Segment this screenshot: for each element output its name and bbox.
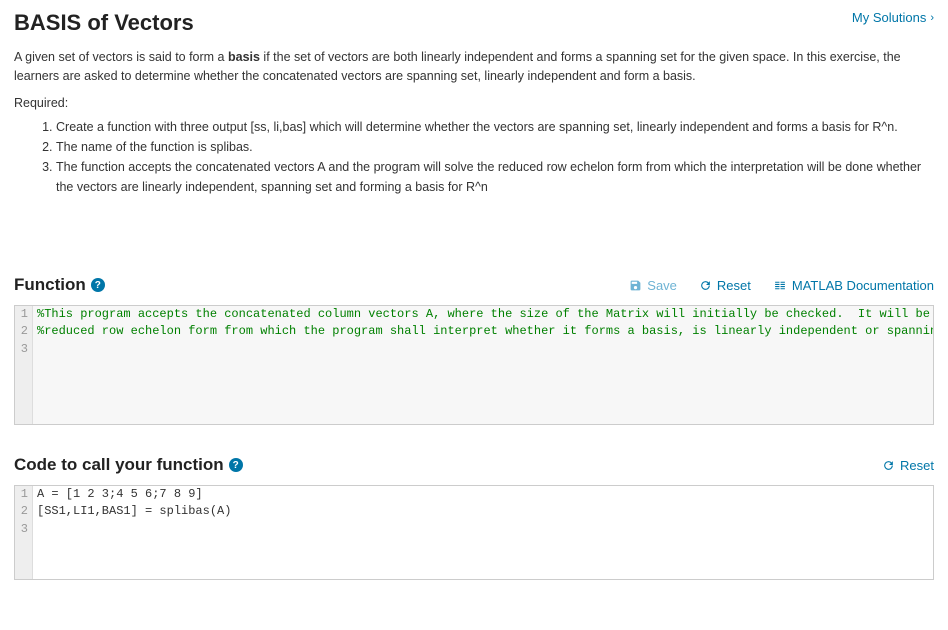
requirement-item: Create a function with three output [ss,… (56, 118, 934, 137)
line-number: 3 (15, 521, 33, 538)
line-number: 3 (15, 341, 33, 358)
line-number: 1 (15, 486, 33, 503)
docs-label: MATLAB Documentation (792, 278, 934, 293)
line-number: 2 (15, 323, 33, 340)
code-line (33, 341, 933, 358)
docs-icon (773, 279, 787, 292)
call-toolbar: Reset (882, 458, 934, 473)
reset-icon (882, 459, 895, 472)
code-line: %reduced row echelon form from which the… (33, 323, 934, 340)
desc-bold: basis (228, 50, 260, 64)
call-title-text: Code to call your function (14, 455, 224, 475)
function-toolbar: Save Reset MATLAB Documentation (629, 278, 934, 293)
my-solutions-link[interactable]: My Solutions › (852, 10, 934, 25)
reset-button[interactable]: Reset (882, 458, 934, 473)
help-icon[interactable]: ? (91, 278, 105, 292)
requirements-list: Create a function with three output [ss,… (56, 118, 934, 198)
code-line: %This program accepts the concatenated c… (33, 306, 934, 323)
save-button[interactable]: Save (629, 278, 677, 293)
help-icon[interactable]: ? (229, 458, 243, 472)
function-title-text: Function (14, 275, 86, 295)
code-line: [SS1,LI1,BAS1] = splibas(A) (33, 503, 933, 520)
call-code-editor[interactable]: 1A = [1 2 3;4 5 6;7 8 9] 2[SS1,LI1,BAS1]… (14, 485, 934, 580)
required-label: Required: (14, 96, 934, 110)
chevron-right-icon: › (930, 12, 934, 24)
line-number: 1 (15, 306, 33, 323)
code-line (33, 521, 933, 538)
requirement-item: The function accepts the concatenated ve… (56, 158, 934, 197)
save-label: Save (647, 278, 677, 293)
my-solutions-label: My Solutions (852, 10, 926, 25)
problem-description: A given set of vectors is said to form a… (14, 48, 934, 86)
code-line: A = [1 2 3;4 5 6;7 8 9] (33, 486, 933, 503)
reset-label: Reset (900, 458, 934, 473)
reset-label: Reset (717, 278, 751, 293)
call-section-title: Code to call your function ? (14, 455, 243, 475)
desc-text-1: A given set of vectors is said to form a (14, 50, 228, 64)
reset-button[interactable]: Reset (699, 278, 751, 293)
page-title: BASIS of Vectors (14, 10, 194, 36)
line-number: 2 (15, 503, 33, 520)
reset-icon (699, 279, 712, 292)
requirement-item: The name of the function is splibas. (56, 138, 934, 157)
matlab-docs-button[interactable]: MATLAB Documentation (773, 278, 934, 293)
save-icon (629, 279, 642, 292)
function-section-title: Function ? (14, 275, 105, 295)
function-code-editor[interactable]: 1%This program accepts the concatenated … (14, 305, 934, 425)
